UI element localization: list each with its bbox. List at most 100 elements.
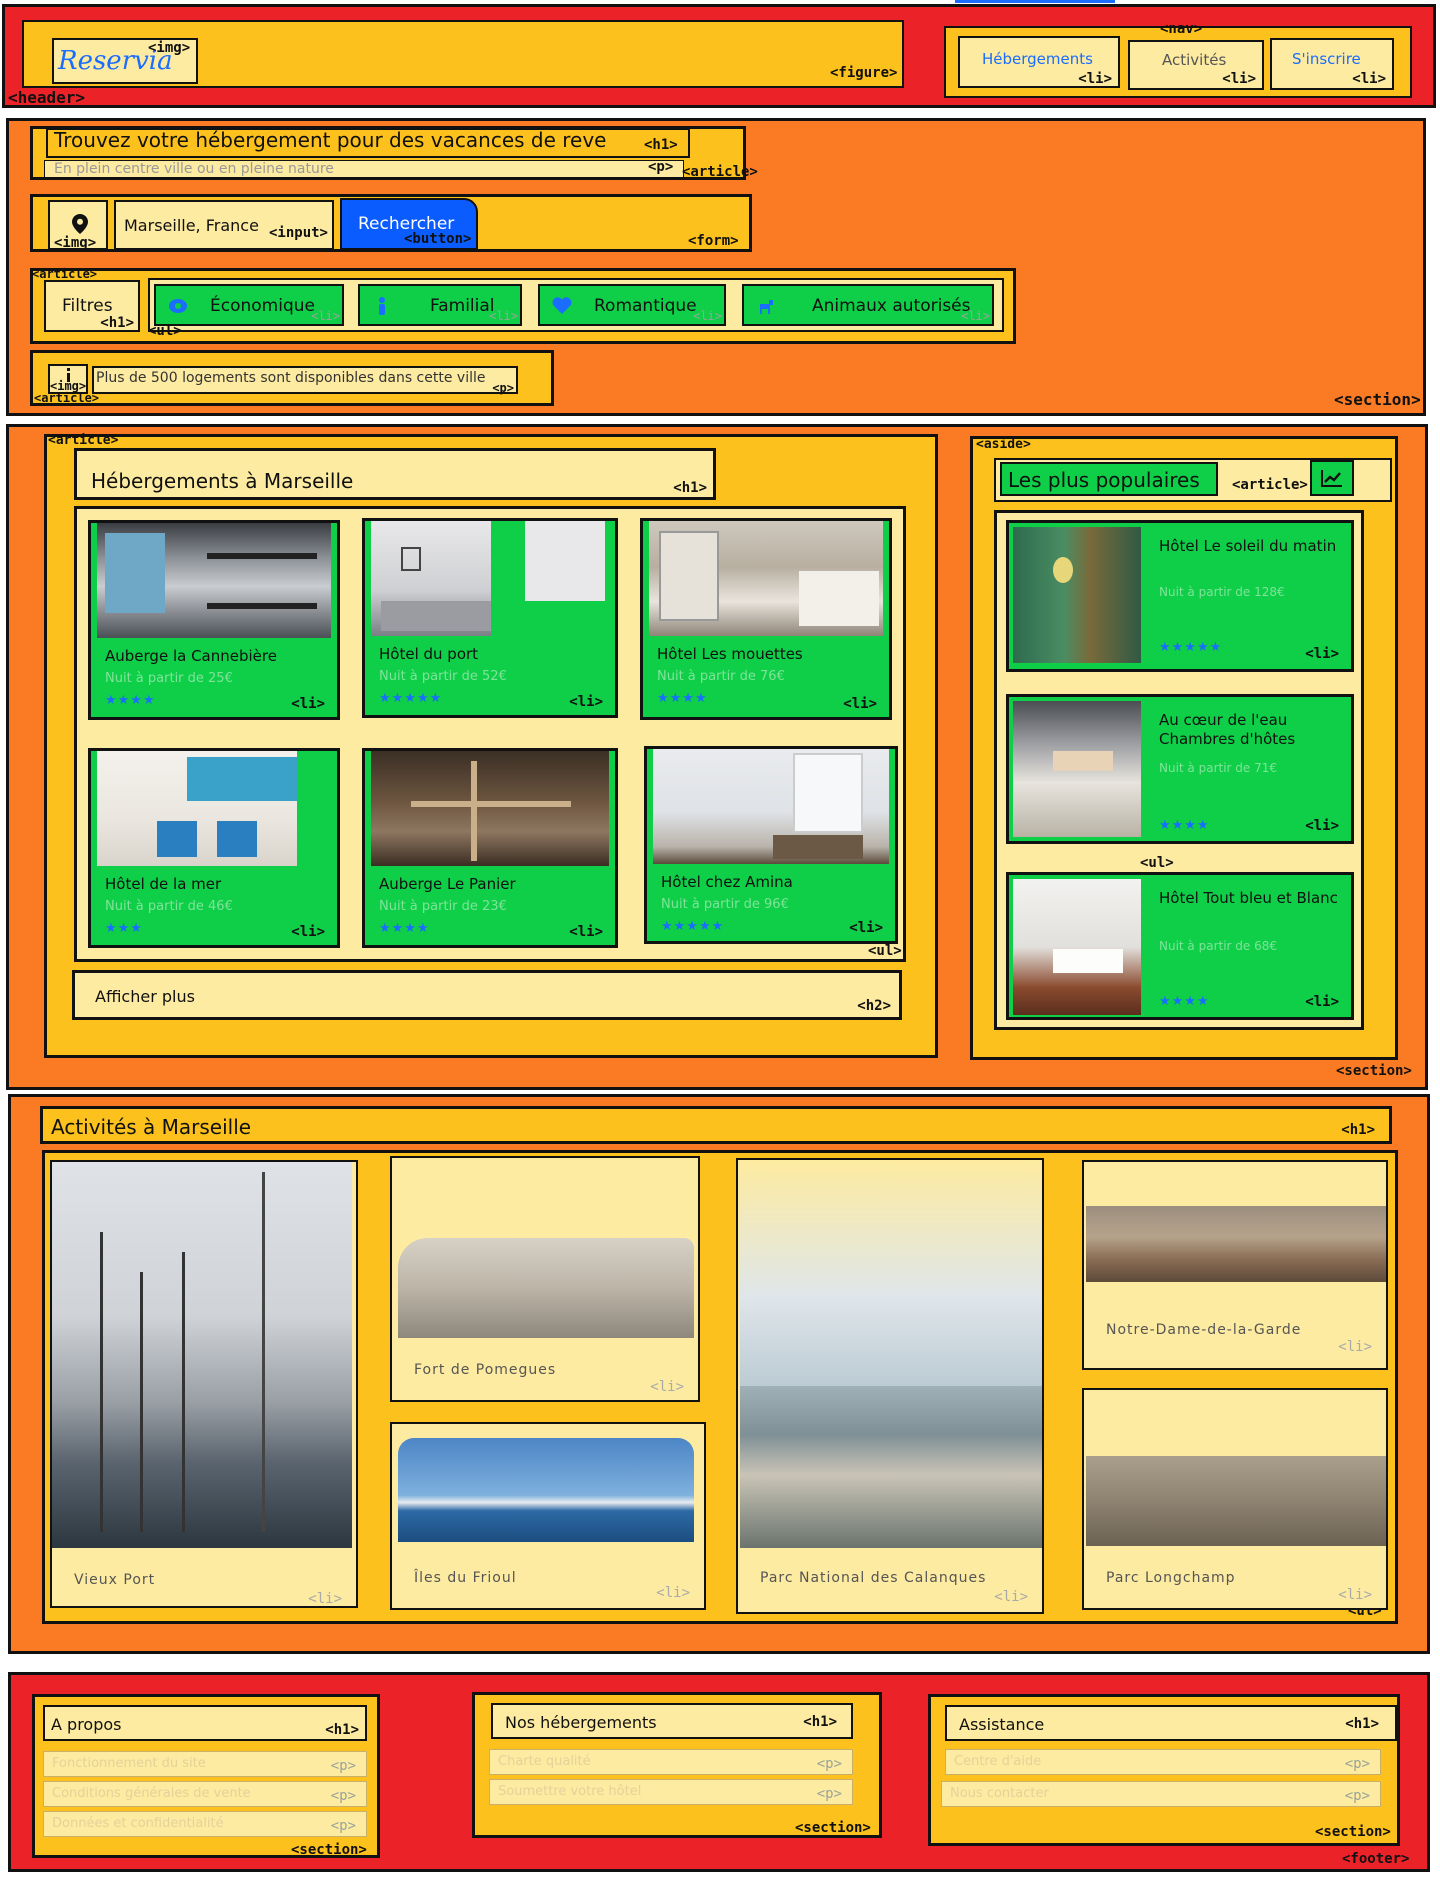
li-tag: <li> — [843, 696, 877, 712]
activity-item[interactable]: Parc Longchamp <li> — [1082, 1388, 1388, 1610]
card-name: Hôtel de la mer — [105, 875, 222, 893]
li-tag: <li> — [308, 1591, 342, 1607]
card-price: Nuit à partir de 76€ — [657, 669, 785, 684]
p-tag: <p> — [1344, 1756, 1370, 1772]
popular-name: Hôtel Tout bleu et Blanc — [1159, 889, 1338, 907]
popular-photo — [1013, 527, 1141, 663]
activity-item[interactable]: Fort de Pomegues <li> — [390, 1156, 700, 1402]
filter-familial[interactable]: Familial <li> — [358, 284, 522, 326]
h1-tag: <h1> — [673, 480, 707, 496]
activity-item[interactable]: Vieux Port <li> — [50, 1160, 358, 1608]
activity-photo — [1086, 1456, 1386, 1546]
footer-link-text: Données et confidentialité — [52, 1816, 224, 1831]
popular-photo — [1013, 879, 1141, 1015]
popular-price: Nuit à partir de 128€ — [1159, 585, 1285, 599]
lodging-card[interactable]: Hôtel Les mouettes Nuit à partir de 76€ … — [640, 518, 892, 720]
filter-romantique[interactable]: Romantique <li> — [538, 284, 726, 326]
footer-link[interactable]: Soumettre votre hôtel <p> — [489, 1779, 853, 1805]
footer-link[interactable]: Données et confidentialité <p> — [43, 1811, 367, 1837]
activity-item[interactable]: Îles du Frioul <li> — [390, 1422, 706, 1610]
top-accent-line — [955, 0, 1115, 3]
card-stars: ★★★★ — [105, 692, 156, 707]
footer-link[interactable]: Nous contacter <p> — [941, 1781, 1381, 1807]
form-tag: <form> — [688, 233, 739, 249]
nav-item-activites[interactable]: Activités <li> — [1128, 40, 1264, 90]
filter-label: Animaux autorisés — [812, 296, 971, 316]
filters-title: Filtres — [62, 296, 113, 316]
activity-item[interactable]: Parc National des Calanques <li> — [736, 1158, 1044, 1614]
p-tag: <p> — [816, 1756, 842, 1772]
card-photo — [649, 521, 883, 636]
p-tag: <p> — [492, 381, 514, 395]
lodging-card[interactable]: Auberge la Cannebière Nuit à partir de 2… — [88, 520, 340, 720]
section-tag: <section> — [291, 1842, 367, 1858]
article-tag: <article> — [34, 391, 100, 405]
nav-item-inscrire[interactable]: S'inscrire <li> — [1270, 38, 1394, 90]
activities-heading: Activités à Marseille <h1> — [40, 1106, 1392, 1144]
info-text: Plus de 500 logements sont disponibles d… — [96, 370, 486, 386]
section-tag: <section> — [1315, 1824, 1391, 1840]
li-tag: <li> — [489, 309, 518, 323]
li-tag: <li> — [693, 309, 722, 323]
footer-link[interactable]: Centre d'aide <p> — [945, 1749, 1381, 1775]
popular-stars: ★★★★ — [1159, 993, 1210, 1008]
card-price: Nuit à partir de 46€ — [105, 899, 233, 914]
logo-tag: <img> — [148, 40, 191, 56]
show-more-label: Afficher plus — [95, 987, 195, 1006]
footer-title: Nos hébergements — [505, 1713, 657, 1732]
trending-icon-box — [1310, 460, 1354, 496]
popular-item[interactable]: Hôtel Tout bleu et Blanc Nuit à partir d… — [1006, 872, 1354, 1020]
button-tag: <button> — [404, 231, 472, 247]
li-tag: <li> — [569, 924, 603, 940]
show-more-button[interactable]: Afficher plus <h2> — [72, 970, 902, 1020]
location-icon-box: <img> — [48, 200, 108, 250]
card-photo — [97, 523, 331, 638]
activity-item[interactable]: Notre-Dame-de-la-Garde <li> — [1082, 1160, 1388, 1370]
activity-photo — [740, 1386, 1042, 1548]
h1-tag: <h1> — [100, 315, 134, 331]
section-tag: <section> — [1334, 390, 1421, 409]
lodging-card[interactable]: Hôtel chez Amina Nuit à partir de 96€ ★★… — [644, 746, 898, 944]
popular-name: Au cœur de l'eau Chambres d'hôtes — [1159, 711, 1296, 748]
activity-label: Parc National des Calanques — [760, 1570, 987, 1586]
article-tag: <article> — [682, 164, 758, 180]
page-subtitle: En plein centre ville ou en pleine natur… — [54, 161, 334, 177]
card-stars: ★★★ — [105, 920, 143, 935]
filter-animaux[interactable]: Animaux autorisés <li> — [742, 284, 994, 326]
money-icon — [169, 299, 187, 313]
card-photo — [371, 521, 491, 636]
card-photo — [371, 751, 609, 866]
lodging-card[interactable]: Hôtel de la mer Nuit à partir de 46€ ★★★… — [88, 748, 340, 948]
filter-economique[interactable]: Économique <li> — [154, 284, 344, 326]
card-price: Nuit à partir de 52€ — [379, 669, 507, 684]
card-photo — [653, 749, 889, 864]
dog-icon — [760, 300, 773, 314]
filter-label: Romantique — [594, 296, 697, 316]
popular-item[interactable]: Au cœur de l'eau Chambres d'hôtes Nuit à… — [1006, 694, 1354, 844]
footer-link[interactable]: Charte qualité <p> — [489, 1749, 853, 1775]
li-tag: <li> — [291, 924, 325, 940]
figure-tag: <figure> — [830, 65, 898, 81]
footer-link[interactable]: Conditions générales de vente <p> — [43, 1781, 367, 1807]
lodging-card[interactable]: Auberge Le Panier Nuit à partir de 23€ ★… — [362, 748, 618, 948]
aside-tag: <aside> — [976, 437, 1031, 452]
card-name: Auberge la Cannebière — [105, 647, 277, 665]
nav-item-hebergements[interactable]: Hébergements <li> — [958, 36, 1120, 88]
p-tag: <p> — [648, 159, 674, 175]
activities-title: Activités à Marseille — [51, 1115, 252, 1139]
search-button[interactable]: Rechercher <button> — [340, 198, 478, 250]
footer-column: Nos hébergements <h1> Charte qualité <p>… — [472, 1692, 882, 1838]
child-icon — [379, 297, 385, 315]
popular-item[interactable]: Hôtel Le soleil du matin Nuit à partir d… — [1006, 520, 1354, 672]
footer-link-text: Fonctionnement du site — [52, 1756, 206, 1771]
lodging-card[interactable]: Hôtel du port Nuit à partir de 52€ ★★★★★… — [362, 518, 618, 718]
search-input[interactable]: Marseille, France <input> — [114, 200, 334, 250]
card-stars: ★★★★ — [379, 920, 430, 935]
footer-column: A propos <h1> Fonctionnement du site <p>… — [32, 1694, 380, 1858]
popular-price: Nuit à partir de 71€ — [1159, 761, 1278, 775]
footer-link[interactable]: Fonctionnement du site <p> — [43, 1751, 367, 1777]
p-tag: <p> — [330, 1758, 356, 1774]
p-tag: <p> — [816, 1786, 842, 1802]
search-input-value: Marseille, France — [124, 216, 259, 235]
h1-tag: <h1> — [803, 1714, 837, 1730]
